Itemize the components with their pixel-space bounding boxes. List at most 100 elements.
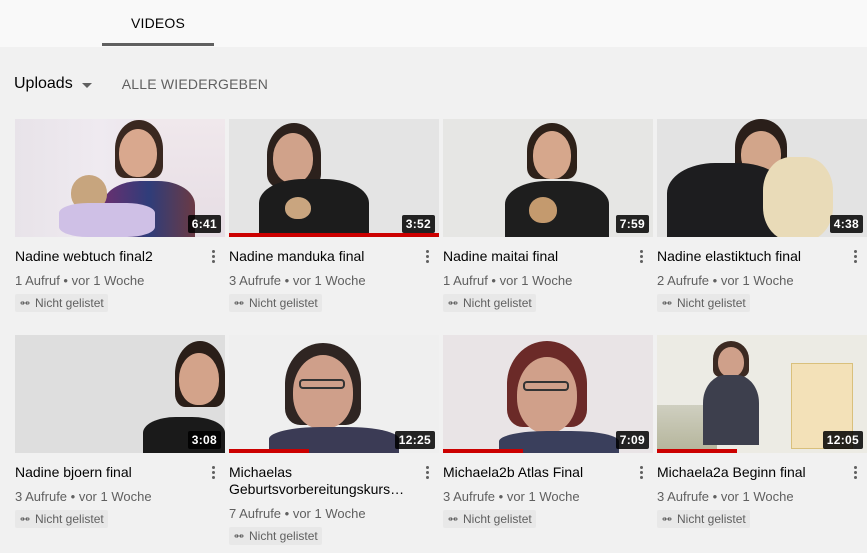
unlisted-label: Nicht gelistet	[35, 296, 104, 310]
link-icon	[448, 517, 458, 521]
video-meta: 3 Aufrufe • vor 1 Woche	[443, 489, 580, 504]
video-title[interactable]: Nadine maitai final	[443, 248, 633, 265]
video-title[interactable]: Michaela2b Atlas Final	[443, 464, 633, 481]
more-options-icon[interactable]	[203, 246, 223, 266]
video-thumbnail[interactable]: 7:09	[443, 335, 653, 453]
unlisted-badge: Nicht gelistet	[657, 294, 750, 312]
video-title[interactable]: Michaelas Geburtsvorbereitungskurs…	[229, 464, 419, 498]
video-title[interactable]: Nadine webtuch final2	[15, 248, 205, 265]
video-meta: 3 Aufrufe • vor 1 Woche	[15, 489, 152, 504]
tab-bar: VIDEOS	[0, 0, 867, 47]
caret-down-icon	[81, 82, 92, 88]
more-options-icon[interactable]	[417, 246, 437, 266]
video-meta: 3 Aufrufe • vor 1 Woche	[229, 273, 366, 288]
video-duration: 3:08	[187, 431, 221, 449]
upload-age: vor 1 Woche	[506, 489, 580, 504]
watch-progress	[229, 233, 439, 237]
tab-selected-indicator	[102, 43, 214, 46]
video-card[interactable]: 7:09 Michaela2b Atlas Final 3 Aufrufe • …	[443, 335, 653, 528]
thumb-face	[179, 353, 219, 405]
thumb-face	[293, 355, 353, 429]
video-card[interactable]: 6:41 Nadine webtuch final2 1 Aufruf • vo…	[15, 119, 225, 312]
upload-age: vor 1 Woche	[71, 273, 145, 288]
link-icon	[20, 301, 30, 305]
link-icon	[662, 301, 672, 305]
thumb-body	[703, 375, 759, 445]
video-thumbnail[interactable]: 12:05	[657, 335, 867, 453]
video-duration: 7:59	[615, 215, 649, 233]
upload-age: vor 1 Woche	[720, 273, 794, 288]
play-all-button[interactable]: ALLE WIEDERGEBEN	[122, 76, 268, 92]
view-count: 3 Aufrufe	[443, 489, 496, 504]
unlisted-badge: Nicht gelistet	[443, 510, 536, 528]
video-meta: 3 Aufrufe • vor 1 Woche	[657, 489, 794, 504]
more-options-icon[interactable]	[631, 246, 651, 266]
thumb-body	[505, 181, 609, 237]
upload-age: vor 1 Woche	[292, 506, 366, 521]
watch-progress	[443, 449, 523, 453]
uploads-toolbar: Uploads ALLE WIEDERGEBEN	[14, 72, 268, 96]
video-title[interactable]: Nadine bjoern final	[15, 464, 205, 481]
tab-videos-label: VIDEOS	[130, 15, 186, 31]
video-title[interactable]: Michaela2a Beginn final	[657, 464, 847, 481]
view-count: 1 Aufruf	[15, 273, 60, 288]
link-icon	[448, 301, 458, 305]
upload-age: vor 1 Woche	[78, 489, 152, 504]
view-count: 2 Aufrufe	[657, 273, 710, 288]
watch-progress	[229, 449, 309, 453]
video-duration: 3:52	[401, 215, 435, 233]
uploads-dropdown[interactable]: Uploads	[14, 75, 92, 93]
video-title[interactable]: Nadine manduka final	[229, 248, 419, 265]
video-thumbnail[interactable]: 3:08	[15, 335, 225, 453]
thumb-body	[259, 179, 369, 237]
unlisted-label: Nicht gelistet	[249, 529, 318, 543]
thumb-face	[119, 129, 157, 177]
video-thumbnail[interactable]: 12:25	[229, 335, 439, 453]
link-icon	[662, 517, 672, 521]
video-duration: 12:05	[822, 431, 863, 449]
thumb-baby-head	[285, 197, 311, 219]
thumb-face	[533, 131, 571, 179]
watch-progress	[657, 449, 737, 453]
unlisted-badge: Nicht gelistet	[229, 527, 322, 545]
thumb-face	[718, 347, 744, 377]
unlisted-badge: Nicht gelistet	[15, 294, 108, 312]
video-thumbnail[interactable]: 7:59	[443, 119, 653, 237]
thumb-glasses	[299, 379, 345, 389]
uploads-label: Uploads	[14, 75, 73, 92]
upload-age: vor 1 Woche	[499, 273, 573, 288]
video-title[interactable]: Nadine elastiktuch final	[657, 248, 847, 265]
video-meta: 1 Aufruf • vor 1 Woche	[15, 273, 145, 288]
view-count: 1 Aufruf	[443, 273, 488, 288]
video-card[interactable]: 4:38 Nadine elastiktuch final 2 Aufrufe …	[657, 119, 867, 312]
more-options-icon[interactable]	[845, 246, 865, 266]
video-duration: 4:38	[829, 215, 863, 233]
thumb-glasses	[523, 381, 569, 391]
video-card[interactable]: 12:05 Michaela2a Beginn final 3 Aufrufe …	[657, 335, 867, 528]
more-options-icon[interactable]	[417, 462, 437, 482]
unlisted-label: Nicht gelistet	[463, 296, 532, 310]
unlisted-label: Nicht gelistet	[677, 512, 746, 526]
more-options-icon[interactable]	[631, 462, 651, 482]
more-options-icon[interactable]	[845, 462, 865, 482]
link-icon	[234, 301, 244, 305]
video-card[interactable]: 3:08 Nadine bjoern final 3 Aufrufe • vor…	[15, 335, 225, 528]
video-thumbnail[interactable]: 3:52	[229, 119, 439, 237]
more-options-icon[interactable]	[203, 462, 223, 482]
thumb-baby-blanket	[59, 203, 155, 237]
video-duration: 7:09	[615, 431, 649, 449]
unlisted-badge: Nicht gelistet	[15, 510, 108, 528]
video-thumbnail[interactable]: 4:38	[657, 119, 867, 237]
video-card[interactable]: 3:52 Nadine manduka final 3 Aufrufe • vo…	[229, 119, 439, 312]
view-count: 3 Aufrufe	[657, 489, 710, 504]
unlisted-badge: Nicht gelistet	[229, 294, 322, 312]
video-thumbnail[interactable]: 6:41	[15, 119, 225, 237]
video-card[interactable]: 12:25 Michaelas Geburtsvorbereitungskurs…	[229, 335, 439, 545]
video-card[interactable]: 7:59 Nadine maitai final 1 Aufruf • vor …	[443, 119, 653, 312]
video-meta: 2 Aufrufe • vor 1 Woche	[657, 273, 794, 288]
unlisted-badge: Nicht gelistet	[657, 510, 750, 528]
tab-videos[interactable]: VIDEOS	[102, 0, 214, 47]
thumb-face	[273, 133, 313, 183]
link-icon	[20, 517, 30, 521]
view-count: 3 Aufrufe	[15, 489, 68, 504]
